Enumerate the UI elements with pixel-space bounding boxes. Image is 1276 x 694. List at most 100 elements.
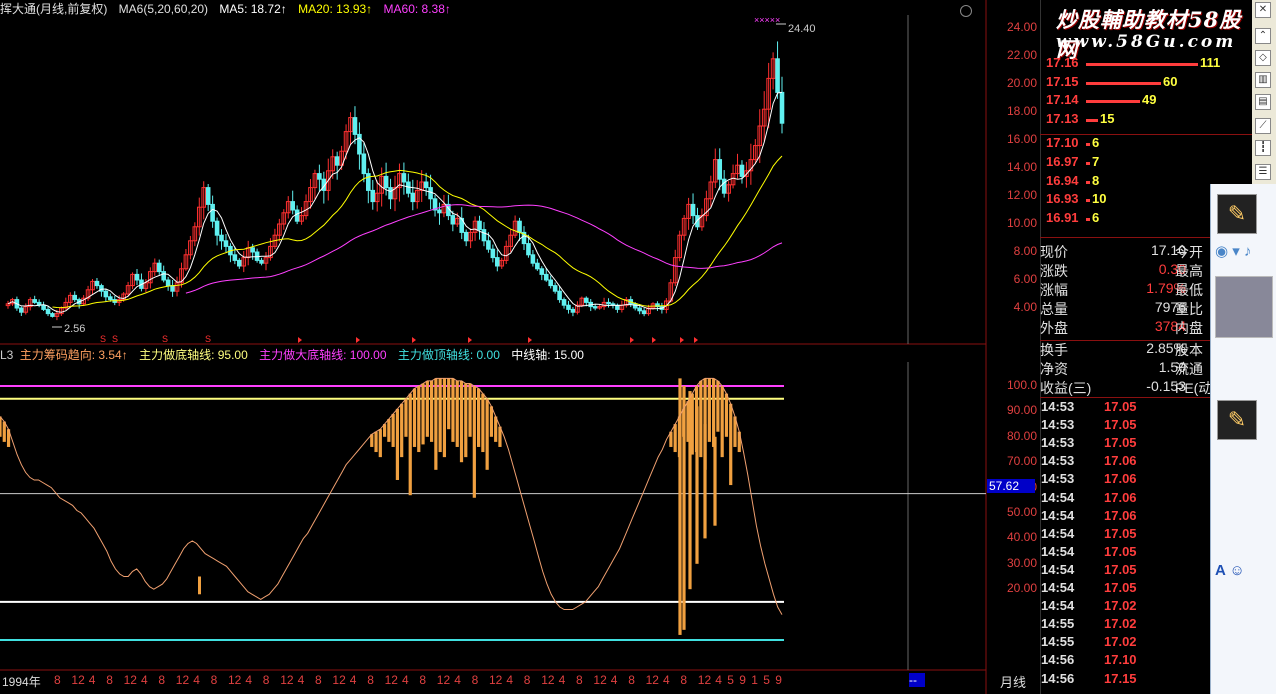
indicator-bar — [387, 419, 391, 442]
candle-body — [370, 189, 376, 203]
time-tick: 4 — [610, 673, 618, 687]
list-icon[interactable]: ☰ — [1255, 164, 1271, 180]
candle-body — [161, 271, 166, 281]
candle-body — [535, 262, 540, 270]
indicator-tick: 70.00 — [1006, 454, 1037, 469]
orderbook-row[interactable]: 16.97 7 — [1040, 154, 1252, 172]
signal-arrow — [694, 337, 698, 343]
time-tick: 12 — [489, 673, 503, 687]
candle-body — [237, 259, 242, 267]
candle-body — [437, 209, 442, 214]
orderbook-volume: 6 — [1092, 209, 1100, 225]
orderbook-volume: 6 — [1092, 135, 1100, 151]
time-tick: 12 — [123, 673, 137, 687]
line-chart-icon[interactable]: ⟋ — [1255, 118, 1271, 134]
candle-body — [401, 173, 407, 183]
tick-time: 14:53 — [1041, 453, 1075, 469]
candle-body — [410, 192, 416, 203]
indicator-bar — [442, 378, 447, 458]
orderbook-volume: 111 — [1200, 55, 1221, 70]
indicator-bar — [699, 380, 703, 458]
time-tick: 4 — [245, 673, 253, 687]
tick-price: 17.02 — [1104, 598, 1137, 614]
watermark-banner: 炒股輔助教材58股网 www.58Gu.com — [1040, 0, 1252, 62]
indicator-tick: 40.00 — [1006, 530, 1037, 545]
tick-price: 17.15 — [1104, 670, 1137, 686]
trend-line — [0, 377, 783, 615]
orderbook-bar — [1086, 143, 1090, 147]
tick-price: 17.05 — [1104, 525, 1137, 541]
tick-time: 14:55 — [1041, 616, 1075, 632]
indicator-bar — [712, 378, 716, 447]
time-tick: 8 — [523, 673, 531, 687]
orderbook-row[interactable]: 17.10 6 — [1040, 135, 1252, 153]
time-tick: 8 — [628, 673, 635, 687]
indicator-bar — [451, 378, 455, 442]
tick-price: 17.05 — [1104, 435, 1137, 451]
indicator-bar — [481, 393, 485, 453]
indicator-bar — [716, 380, 720, 432]
ma-config-label[interactable]: MA6(5,20,60,20) — [119, 2, 208, 16]
orderbook-price: 16.97 — [1046, 154, 1079, 169]
orderbook-price: 16.94 — [1046, 172, 1079, 188]
candle-body — [775, 58, 780, 93]
diamond-icon[interactable]: ◇ — [1255, 50, 1271, 66]
orderbook-row[interactable]: 17.13 15 — [1040, 111, 1252, 129]
chart-header: 挥大通(月线,前复权) MA6(5,20,60,20) MA5: 18.72↑ … — [0, 0, 459, 18]
orderbook-volume: 7 — [1092, 154, 1100, 169]
orderbook-row[interactable]: 17.15 60 — [1040, 74, 1252, 92]
tick-time: 14:54 — [1041, 489, 1075, 505]
signal-arrow — [298, 337, 302, 343]
indicator-bar — [682, 386, 686, 630]
candle-icon[interactable]: ▥ — [1255, 72, 1271, 88]
banner-line2: www.58Gu.com — [1056, 32, 1237, 52]
emoji-icon[interactable]: ◉ ▾ ♪ — [1215, 242, 1251, 264]
close-panel-icon[interactable] — [960, 5, 972, 17]
kline-icon[interactable]: ┇ — [1255, 140, 1271, 156]
font-icon[interactable]: A ☺ — [1215, 562, 1245, 584]
tick-time: 14:54 — [1041, 580, 1075, 595]
indicator-bar — [400, 403, 404, 458]
indicator-bar — [459, 380, 464, 463]
tick-time: 14:54 — [1041, 507, 1075, 523]
top-signal: ××××× — [754, 15, 780, 25]
indicator-bar — [464, 383, 468, 458]
indicator-bar — [472, 386, 476, 498]
signal-marker: S — [205, 334, 211, 344]
indicator-bar — [421, 383, 425, 445]
price-tick: 18.00 — [1006, 104, 1037, 118]
signal-marker: S — [162, 334, 168, 344]
candle-body — [690, 203, 696, 217]
candle-body — [739, 164, 745, 177]
price-tick: 16.00 — [1006, 132, 1037, 146]
video-preview[interactable] — [1215, 276, 1273, 338]
period-selector[interactable]: 月线 — [1000, 672, 1026, 691]
tick-price: 17.05 — [1104, 543, 1137, 559]
orderbook-row[interactable]: 17.16 111 — [1040, 55, 1252, 73]
signal-arrow — [356, 337, 360, 343]
candle-body — [552, 285, 558, 292]
avatar[interactable]: ✎ — [1217, 194, 1257, 234]
quote-label-2: 今开 — [1175, 244, 1203, 260]
indicator-tick: 80.00 — [1006, 428, 1037, 443]
time-tick: 9 — [775, 673, 782, 687]
time-tick: 5 — [727, 673, 734, 687]
orderbook-price: 16.91 — [1046, 209, 1079, 225]
time-tick: 12 — [175, 673, 190, 687]
ma60-value: MA60: 8.38↑ — [383, 2, 451, 16]
orderbook-volume: 10 — [1092, 191, 1107, 207]
lock-icon[interactable]: ✕ — [1255, 2, 1271, 18]
low-annotation: 2.56 — [64, 323, 85, 335]
avatar-2[interactable]: ✎ — [1217, 400, 1257, 440]
orderbook-row[interactable]: 17.14 49 — [1040, 92, 1252, 110]
time-tick: 4 — [454, 673, 461, 687]
candle-body — [290, 201, 295, 211]
candle-body — [543, 273, 549, 281]
bars-icon[interactable]: ▤ — [1255, 94, 1271, 110]
chevron-up-icon[interactable]: ⌃ — [1255, 28, 1271, 44]
orderbook-price: 17.10 — [1046, 135, 1079, 151]
orderbook-price: 17.14 — [1046, 92, 1079, 108]
orderbook-volume: 8 — [1092, 172, 1100, 188]
time-cursor: -- — [909, 673, 925, 687]
indicator-bar — [438, 378, 442, 453]
